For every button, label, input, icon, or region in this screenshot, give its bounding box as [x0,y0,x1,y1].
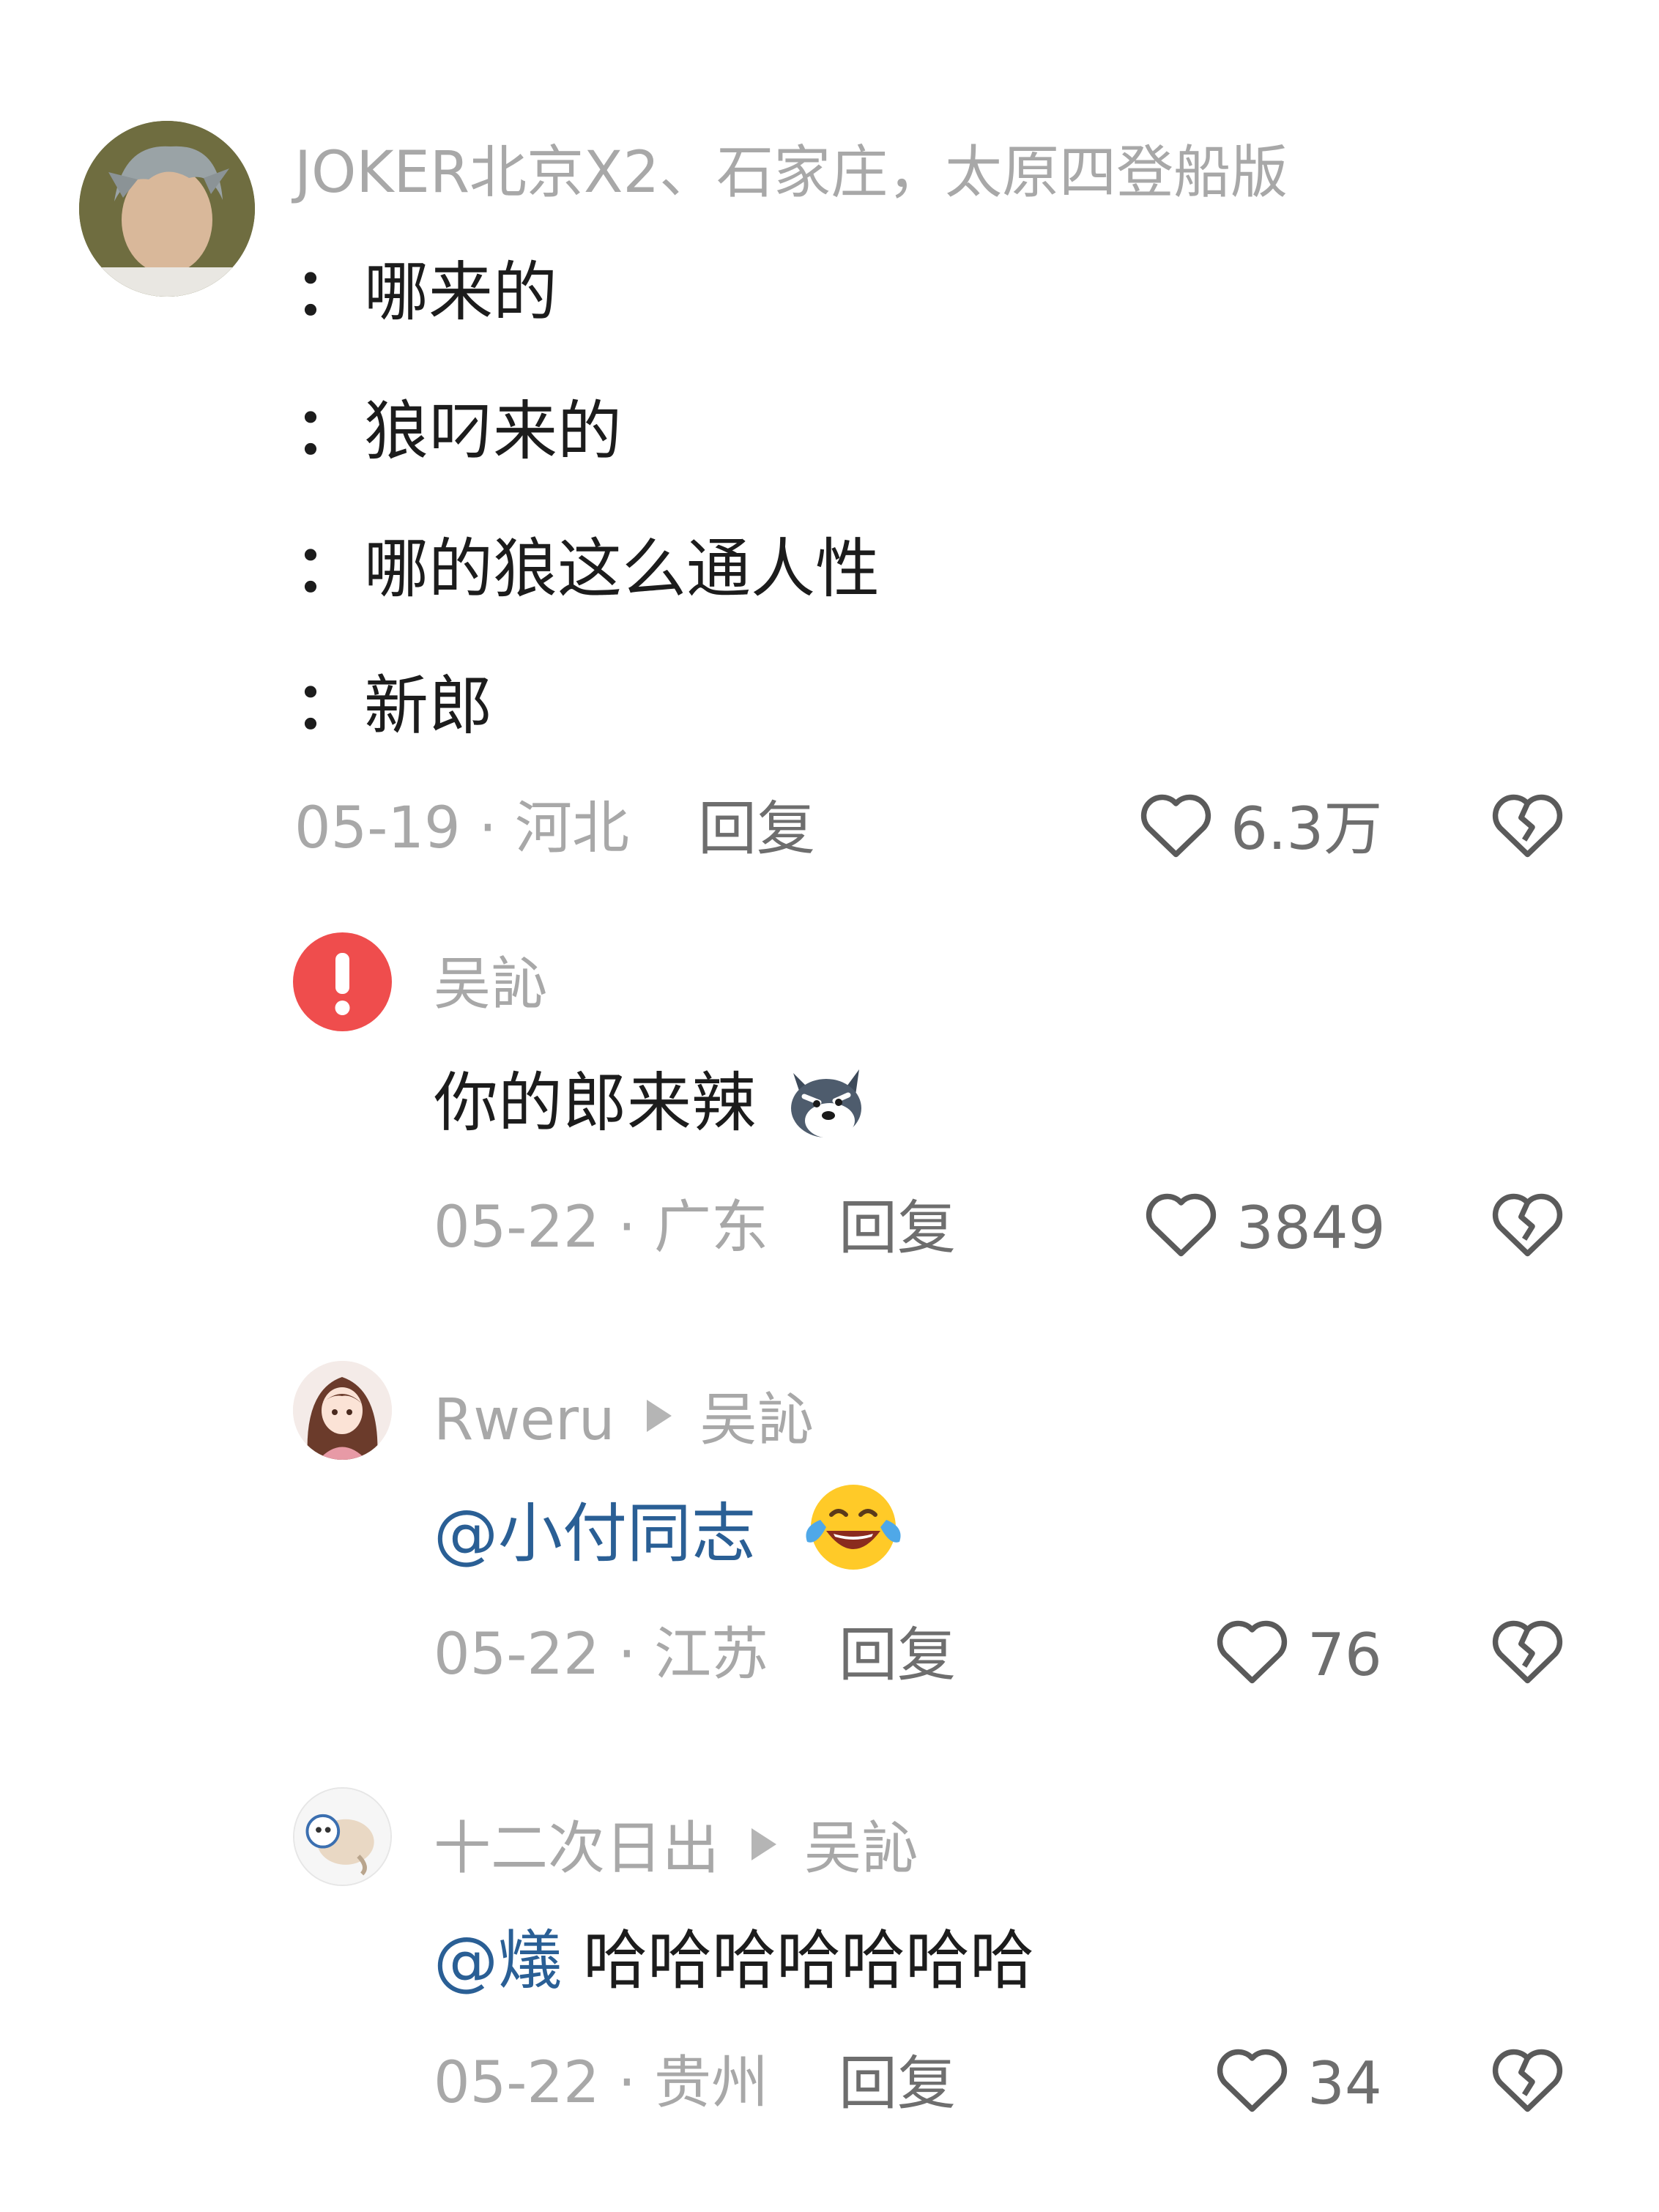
line-prefix: ： [294,668,360,743]
like-button[interactable] [1214,2042,1291,2115]
avatar[interactable] [293,1787,392,1886]
line-prefix: ： [294,393,360,469]
avatar-image [79,121,255,297]
avatar[interactable] [293,932,392,1031]
dislike-button[interactable] [1489,1187,1566,1260]
reply-text: @小付同志 [434,1502,756,1566]
dislike-button[interactable] [1489,787,1566,861]
like-count: 3849 [1236,1194,1386,1262]
reply-author: 十二次日出 吴訫 [434,1820,918,1877]
tears-of-joy-emoji-icon [798,1480,908,1575]
avatar-image [293,1361,392,1460]
broken-heart-icon [1492,1620,1563,1684]
reply-to-name[interactable]: 吴訫 [804,1816,918,1882]
wolf-emoji-icon [779,1051,874,1146]
reply-author[interactable]: 吴訫 [434,956,548,1013]
play-arrow-icon [751,1828,777,1860]
reply-text: @燨 哈哈哈哈哈哈哈 [434,1929,1034,1993]
exclamation-icon [335,953,350,1015]
reply-meta: 05-22 · 江苏 [434,1622,769,1688]
reply-text-content: 哈哈哈哈哈哈哈 [563,1923,1034,1998]
reply-button[interactable]: 回复 [839,1199,956,1258]
like-count: 34 [1307,2049,1382,2118]
like-button[interactable] [1214,1614,1291,1687]
heart-outline-icon [1146,1193,1217,1257]
like-button[interactable] [1137,787,1214,861]
broken-heart-icon [1492,1193,1563,1257]
dislike-button[interactable] [1489,2042,1566,2115]
mention-link[interactable]: @燨 [434,1923,563,1998]
like-count: 6.3万 [1231,795,1383,863]
reply-text-content: 你的郎来辣 [434,1065,757,1140]
line-prefix: ： [294,254,360,330]
reply-button[interactable]: 回复 [839,2055,956,2113]
heart-outline-icon [1217,2049,1288,2112]
reply-meta: 05-22 · 贵州 [434,2050,769,2116]
reply-author: Rweru 吴訫 [434,1392,814,1449]
dislike-button[interactable] [1489,1614,1566,1687]
avatar[interactable] [293,1361,392,1460]
broken-heart-icon [1492,2049,1563,2112]
line-text: 哪的狼这么通人性 [364,531,880,606]
reply-author-name[interactable]: 十二次日出 [434,1816,719,1882]
avatar[interactable] [79,121,255,297]
avatar-image [294,1789,390,1885]
comment-line: ：哪的狼这么通人性 [294,537,880,601]
reply-button[interactable]: 回复 [698,800,815,858]
comment-line: ：新郎 [294,674,493,738]
comment-author[interactable]: JOKER北京X2、石家庄，太原四登船版 [294,144,1288,201]
heart-outline-icon [1140,794,1211,858]
comment-line: ：哪来的 [294,260,557,324]
line-text: 狼叼来的 [364,393,623,469]
broken-heart-icon [1492,794,1563,858]
line-prefix: ： [294,531,360,606]
line-text: 新郎 [364,668,494,743]
reply-button[interactable]: 回复 [839,1626,956,1685]
reply-meta: 05-22 · 广东 [434,1195,769,1261]
mention-link[interactable]: @小付同志 [434,1496,756,1571]
comment-meta: 05-19 · 河北 [294,795,630,861]
reply-to-name[interactable]: 吴訫 [699,1387,814,1453]
play-arrow-icon [647,1400,672,1432]
line-text: 哪来的 [364,254,558,330]
reply-text: 你的郎来辣 [434,1071,756,1135]
comment-line: ：狼叼来的 [294,399,622,464]
like-button[interactable] [1143,1187,1220,1260]
heart-outline-icon [1217,1620,1288,1684]
reply-author-name[interactable]: Rweru [434,1387,615,1453]
like-count: 76 [1307,1621,1382,1689]
